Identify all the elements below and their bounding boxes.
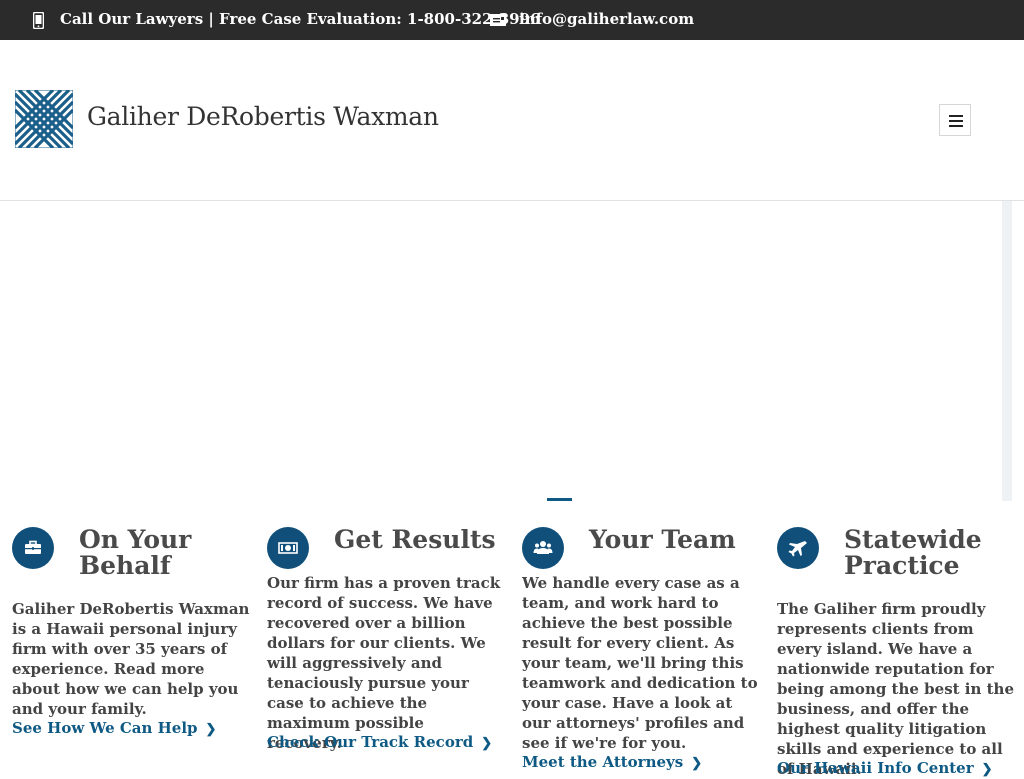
hero-slider <box>0 201 1012 501</box>
chevron-right-icon: ❯ <box>981 762 993 777</box>
feature-icon-circle <box>777 527 819 569</box>
feature-body: We handle every case as a team, and work… <box>522 574 758 752</box>
feature-title: On Your Behalf <box>79 525 192 580</box>
brand-name[interactable]: Galiher DeRobertis Waxman <box>87 102 439 131</box>
feature-title: Get Results <box>334 525 496 554</box>
feature-body: Galiher DeRobertis Waxman is a Hawaii pe… <box>12 600 250 718</box>
team-icon <box>533 541 553 554</box>
chevron-right-icon: ❯ <box>691 756 703 771</box>
site-header: Galiher DeRobertis Waxman <box>0 40 1024 201</box>
interlocking-x-logo[interactable] <box>15 90 73 148</box>
top-contact-bar: Call Our Lawyers | Free Case Evaluation:… <box>0 0 1024 40</box>
hamburger-menu-button[interactable] <box>939 104 971 136</box>
feature-icon-circle <box>12 527 54 569</box>
feature-icon-circle <box>522 527 564 569</box>
feature-body: Our firm has a proven track record of su… <box>267 574 501 752</box>
mobile-phone-icon <box>33 12 44 29</box>
check-track-record-link[interactable]: Check Our Track Record ❯ <box>267 733 492 751</box>
feature-icon-circle <box>267 527 309 569</box>
feature-title: Statewide Practice <box>844 525 982 580</box>
money-icon <box>278 542 298 554</box>
chevron-right-icon: ❯ <box>481 736 493 751</box>
briefcase-icon <box>25 540 41 554</box>
hawaii-info-center-link[interactable]: Our Hawaii Info Center ❯ <box>777 759 993 777</box>
slider-indicator-active[interactable] <box>547 498 572 501</box>
email-link[interactable]: info@galiherlaw.com <box>519 10 694 28</box>
meet-the-attorneys-link[interactable]: Meet the Attorneys ❯ <box>522 753 702 771</box>
envelope-icon <box>490 14 506 26</box>
feature-body: The Galiher firm proudly represents clie… <box>777 600 1014 778</box>
feature-title: Your Team <box>589 525 736 554</box>
see-how-we-can-help-link[interactable]: See How We Can Help ❯ <box>12 719 216 737</box>
airplane-icon <box>788 541 807 557</box>
chevron-right-icon: ❯ <box>205 722 217 737</box>
call-lawyers-text[interactable]: Call Our Lawyers | Free Case Evaluation:… <box>60 10 541 28</box>
hero-slide-edge <box>1002 201 1012 501</box>
hamburger-menu-icon <box>949 115 963 117</box>
